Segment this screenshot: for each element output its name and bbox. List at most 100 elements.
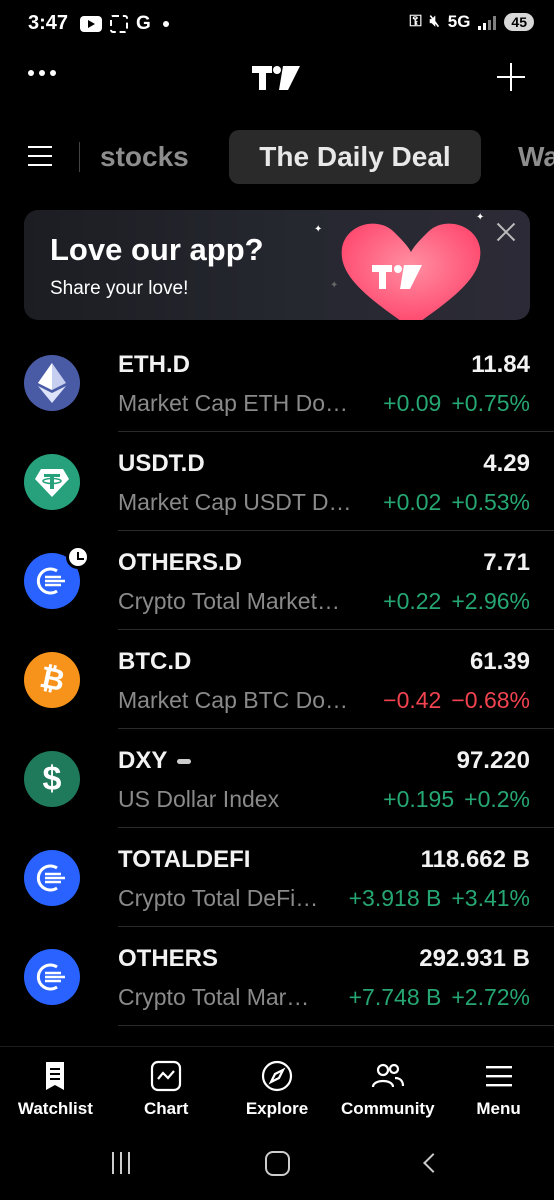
alarm-icon (66, 545, 90, 569)
divider (118, 1025, 554, 1026)
nav-label: Watchlist (17, 1099, 93, 1118)
price: 4.29 (483, 450, 530, 477)
dollar-icon: $ (24, 751, 80, 807)
ethereum-icon (24, 355, 80, 411)
price: 292.931 B (419, 945, 530, 972)
more-notifications-icon (162, 21, 169, 27)
sparkle-icon: ✦ (314, 224, 323, 235)
tradingview-logo-icon (252, 66, 300, 90)
more-options-icon[interactable] (28, 70, 56, 76)
nav-label: Community (341, 1099, 435, 1118)
symbol-text: DXY (118, 747, 168, 774)
signal-icon (478, 14, 497, 30)
nav-menu[interactable]: Menu (443, 1047, 554, 1134)
tab-next[interactable]: Wa (518, 130, 554, 184)
key-icon: ⚿ (409, 13, 422, 30)
price: 97.220 (456, 747, 530, 774)
market-closed-icon (177, 759, 192, 765)
change-percent: −0.68% (451, 687, 530, 713)
bitcoin-icon: ₿ (24, 652, 80, 708)
description: Crypto Total Market… (118, 588, 340, 614)
love-app-banner[interactable]: ✦ ✦ ✦ Love our app? Share your love! (24, 210, 530, 320)
google-icon: G (136, 13, 151, 34)
chart-icon (151, 1060, 182, 1092)
list-item[interactable]: ETH.D Market Cap ETH Do… 11.84 +0.09 +0.7… (0, 333, 554, 432)
banner-title: Love our app? (50, 232, 264, 267)
change-absolute: +7.748 B (348, 984, 442, 1010)
banner-subtitle: Share your love! (50, 278, 189, 299)
list-item[interactable]: USDT.D Market Cap USDT D… 4.29 +0.02 +0.5… (0, 432, 554, 531)
recents-icon[interactable] (112, 1152, 130, 1174)
symbol: TOTALDEFI (118, 846, 251, 873)
price: 118.662 B (420, 846, 530, 873)
change-percent: +0.75% (451, 390, 530, 416)
crypto-index-icon (24, 949, 80, 1005)
list-item[interactable]: OTHERS Crypto Total Mar… 292.931 B +7.74… (0, 927, 554, 1026)
list-item[interactable]: ₿ BTC.D Market Cap BTC Do… 61.39 −0.42 −0… (0, 630, 554, 729)
list-item[interactable]: OTHERS.D Crypto Total Market… 7.71 +0.22… (0, 531, 554, 630)
add-icon[interactable] (496, 62, 526, 92)
change-percent: +0.53% (451, 489, 530, 515)
change-percent: +3.41% (451, 885, 530, 911)
nav-label: Explore (245, 1099, 309, 1118)
mute-icon: 🔇︎ (429, 13, 440, 30)
notification-icons: G (80, 13, 169, 35)
tab-the-daily-deal[interactable]: The Daily Deal (229, 130, 481, 184)
symbol: USDT.D (118, 450, 205, 477)
price: 11.84 (471, 351, 530, 378)
list-item[interactable]: $ DXY US Dollar Index 97.220 +0.195 +0.2% (0, 729, 554, 828)
home-icon[interactable] (265, 1151, 290, 1176)
change: +0.02 +0.53% (383, 489, 530, 516)
nav-community[interactable]: Community (332, 1047, 443, 1134)
battery-icon: 45 (504, 13, 534, 31)
heart-logo-icon (341, 223, 481, 320)
symbol: BTC.D (118, 648, 192, 675)
change: +0.09 +0.75% (383, 390, 530, 417)
tab-stocks[interactable]: stocks (100, 130, 189, 184)
screenshot-icon (110, 15, 128, 33)
symbol: OTHERS (118, 945, 219, 972)
symbol: ETH.D (118, 351, 190, 378)
description: Crypto Total DeFi… (118, 885, 319, 911)
description: Crypto Total Mar… (118, 984, 310, 1010)
symbol: DXY (118, 747, 192, 775)
change-absolute: +0.02 (383, 489, 442, 515)
change-absolute: +0.09 (383, 390, 442, 416)
nav-label: Menu (476, 1099, 521, 1118)
nav-chart[interactable]: Chart (111, 1047, 222, 1134)
change: +3.918 B +3.41% (349, 885, 530, 912)
lists-menu-icon[interactable] (28, 146, 52, 166)
system-status: ⚿ 🔇︎ 5G 45 (409, 12, 534, 32)
description: Market Cap USDT D… (118, 489, 352, 515)
top-bar (0, 58, 554, 102)
nav-watchlist[interactable]: Watchlist (0, 1047, 111, 1134)
status-time: 3:47 (28, 12, 69, 34)
watchlist-tabs: stocks The Daily Deal Wa (0, 128, 554, 186)
change-absolute: −0.42 (383, 687, 442, 713)
nav-explore[interactable]: Explore (222, 1047, 333, 1134)
change-absolute: +0.22 (383, 588, 442, 614)
status-bar: 3:47 G ⚿ 🔇︎ 5G 45 (0, 0, 554, 52)
change: −0.42 −0.68% (383, 687, 530, 714)
tab-divider (79, 142, 80, 172)
change-absolute: +0.195 (383, 786, 455, 812)
change: +0.195 +0.2% (383, 786, 530, 813)
list-item[interactable]: TOTALDEFI Crypto Total DeFi… 118.662 B +… (0, 828, 554, 927)
change-percent: +2.72% (451, 984, 530, 1010)
tether-icon (24, 454, 80, 510)
system-navigation (0, 1134, 554, 1200)
price: 61.39 (469, 648, 530, 675)
nav-label: Chart (143, 1099, 189, 1118)
change-percent: +0.2% (464, 786, 530, 812)
bottom-navigation: Watchlist Chart Explore Community Menu (0, 1046, 554, 1134)
back-icon[interactable] (423, 1153, 443, 1173)
symbol: OTHERS.D (118, 549, 243, 576)
description: Market Cap ETH Do… (118, 390, 349, 416)
community-icon (371, 1063, 404, 1088)
compass-icon (261, 1060, 293, 1092)
price: 7.71 (483, 549, 530, 576)
watchlist-icon (46, 1062, 65, 1090)
close-icon[interactable] (496, 222, 516, 242)
change: +0.22 +2.96% (383, 588, 530, 615)
change: +7.748 B +2.72% (349, 984, 530, 1011)
